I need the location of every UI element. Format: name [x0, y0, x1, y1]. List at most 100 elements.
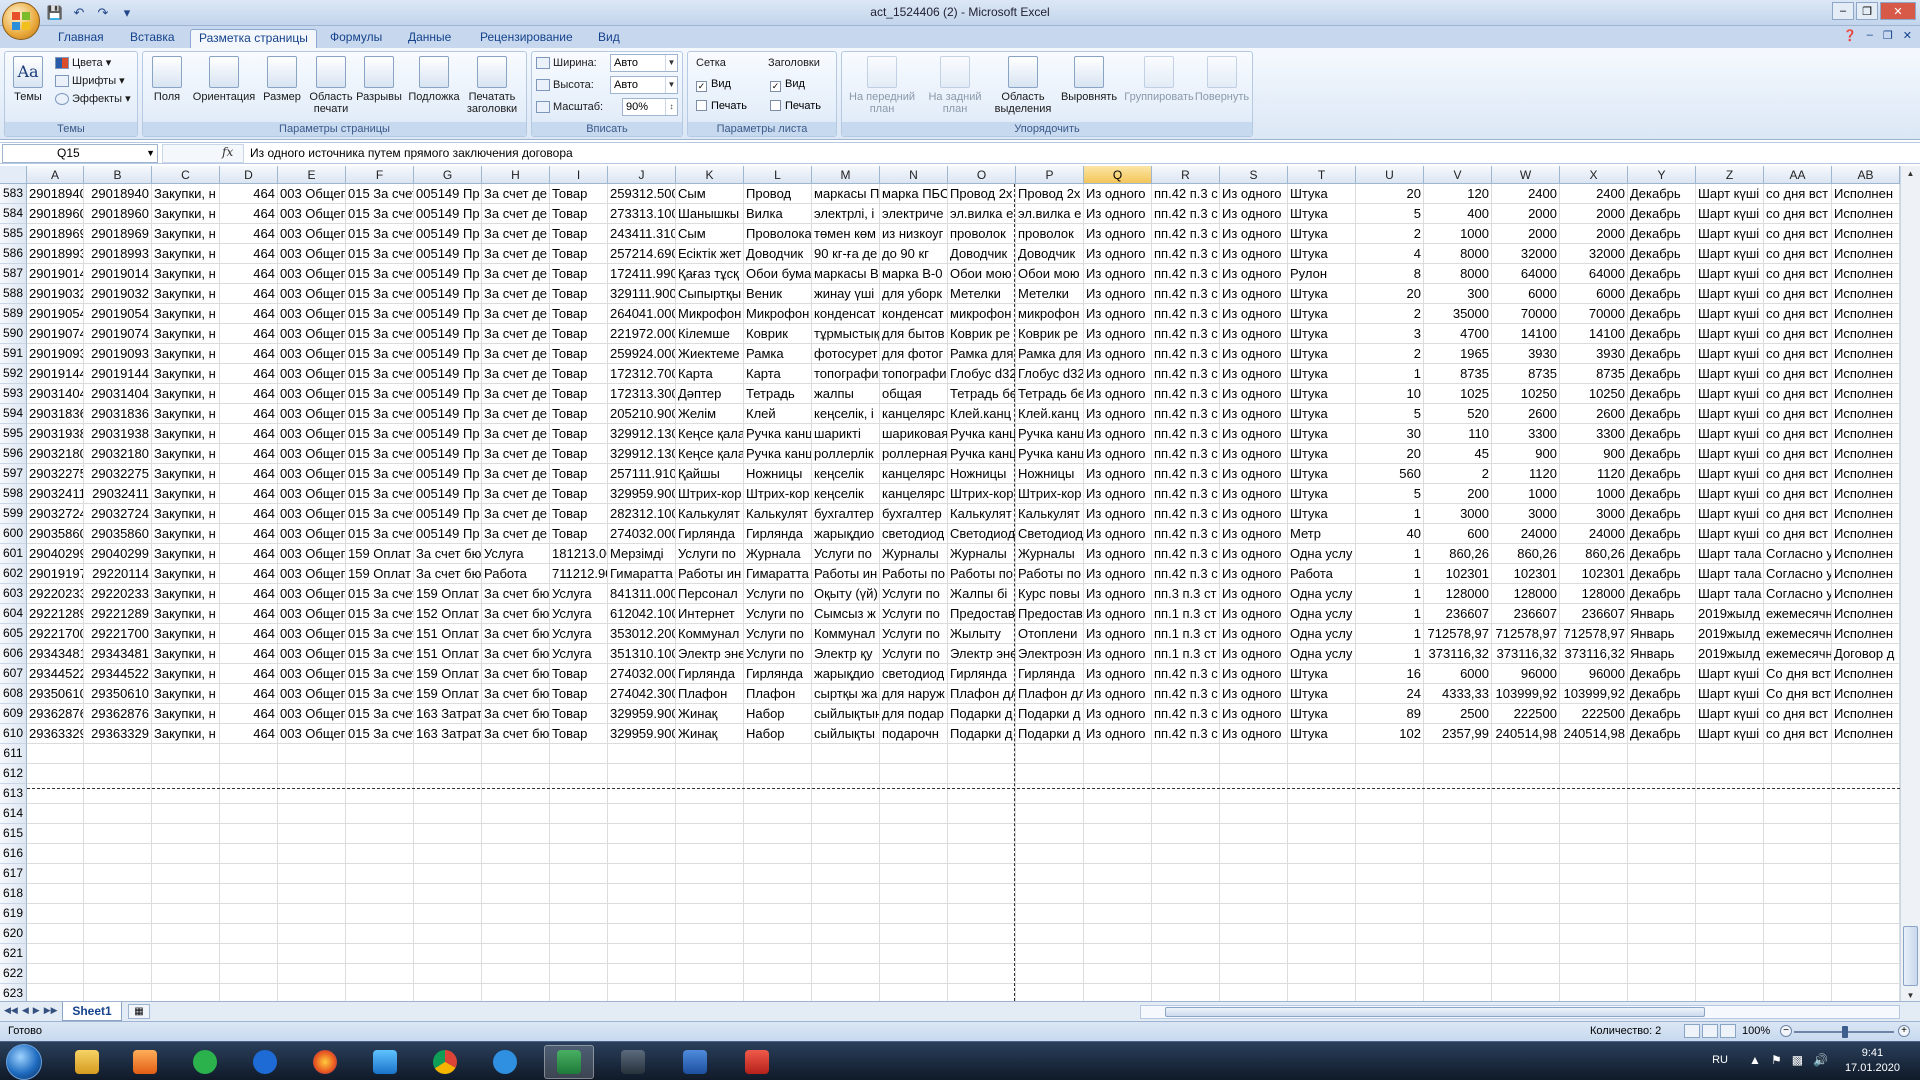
- row-header[interactable]: 619: [0, 904, 27, 924]
- row-header[interactable]: 623: [0, 984, 27, 1001]
- cell-j[interactable]: [608, 824, 676, 844]
- cell-k[interactable]: [676, 944, 744, 964]
- cell-f[interactable]: 015 За счет: [346, 504, 414, 524]
- cell-e[interactable]: 003 Общег: [278, 464, 346, 484]
- cell-l[interactable]: [744, 864, 812, 884]
- cell-y[interactable]: Декабрь: [1628, 444, 1696, 464]
- cell-o[interactable]: Штрих-кор: [948, 484, 1016, 504]
- cell-a[interactable]: 29019093: [27, 344, 84, 364]
- cell-c[interactable]: Закупки, н: [152, 284, 220, 304]
- cell-n[interactable]: Работы по: [880, 564, 948, 584]
- send-backward-button[interactable]: На задний план: [920, 56, 990, 115]
- cell-w[interactable]: [1492, 984, 1560, 1001]
- cell-z[interactable]: [1696, 924, 1764, 944]
- cell-x[interactable]: 3930: [1560, 344, 1628, 364]
- cell-m[interactable]: [812, 964, 880, 984]
- cell-v[interactable]: [1424, 884, 1492, 904]
- name-box[interactable]: Q15 ▼: [2, 144, 158, 163]
- cell-j[interactable]: [608, 924, 676, 944]
- cell-p[interactable]: [1016, 864, 1084, 884]
- cell-s[interactable]: [1220, 964, 1288, 984]
- column-header-y[interactable]: Y: [1628, 166, 1696, 184]
- cell-r[interactable]: пп.42 п.3 с: [1152, 344, 1220, 364]
- cell-c[interactable]: Закупки, н: [152, 584, 220, 604]
- cell-p[interactable]: [1016, 824, 1084, 844]
- cell-z[interactable]: Шарт күші: [1696, 264, 1764, 284]
- column-header-s[interactable]: S: [1220, 166, 1288, 184]
- cell-d[interactable]: [220, 984, 278, 1001]
- cell-p[interactable]: Доводчик: [1016, 244, 1084, 264]
- cell-c[interactable]: Закупки, н: [152, 724, 220, 744]
- cell-n[interactable]: [880, 984, 948, 1001]
- cell-h[interactable]: [482, 864, 550, 884]
- cell-w[interactable]: 70000: [1492, 304, 1560, 324]
- cell-v[interactable]: 110: [1424, 424, 1492, 444]
- cell-b[interactable]: [84, 944, 152, 964]
- cell-g[interactable]: 005149 Пр: [414, 364, 482, 384]
- cell-a[interactable]: 29031836: [27, 404, 84, 424]
- cell-n[interactable]: шариковая: [880, 424, 948, 444]
- cell-r[interactable]: пп.42 п.3 с: [1152, 224, 1220, 244]
- cell-d[interactable]: 464: [220, 564, 278, 584]
- cell-t[interactable]: Штука: [1288, 344, 1356, 364]
- cell-x[interactable]: 128000: [1560, 584, 1628, 604]
- cell-p[interactable]: Тетрадь бе: [1016, 384, 1084, 404]
- excel-taskbar-icon[interactable]: [544, 1045, 594, 1079]
- cell-x[interactable]: 70000: [1560, 304, 1628, 324]
- cell-i[interactable]: Товар: [550, 664, 608, 684]
- cell-j[interactable]: 259924.000: [608, 344, 676, 364]
- cell-b[interactable]: 29032275: [84, 464, 152, 484]
- cell-w[interactable]: 24000: [1492, 524, 1560, 544]
- cell-v[interactable]: 4700: [1424, 324, 1492, 344]
- page-break-view-icon[interactable]: [1720, 1024, 1736, 1038]
- cell-l[interactable]: Ножницы: [744, 464, 812, 484]
- row-header[interactable]: 594: [0, 404, 27, 424]
- cell-u[interactable]: 3: [1356, 324, 1424, 344]
- cell-ab[interactable]: Исполнен: [1832, 384, 1900, 404]
- row-header[interactable]: 603: [0, 584, 27, 604]
- row-header[interactable]: 591: [0, 344, 27, 364]
- cell-t[interactable]: Одна услу: [1288, 624, 1356, 644]
- cell-p[interactable]: Провод 2х: [1016, 184, 1084, 204]
- cell-ab[interactable]: [1832, 784, 1900, 804]
- cell-y[interactable]: Декабрь: [1628, 204, 1696, 224]
- row-header[interactable]: 583: [0, 184, 27, 204]
- cell-s[interactable]: Из одного: [1220, 504, 1288, 524]
- cell-aa[interactable]: [1764, 744, 1832, 764]
- cell-x[interactable]: 24000: [1560, 524, 1628, 544]
- cell-ab[interactable]: Исполнен: [1832, 244, 1900, 264]
- cell-v[interactable]: [1424, 864, 1492, 884]
- cell-w[interactable]: [1492, 924, 1560, 944]
- cell-g[interactable]: 005149 Пр: [414, 404, 482, 424]
- cell-o[interactable]: Коврик ре: [948, 324, 1016, 344]
- cell-l[interactable]: [744, 844, 812, 864]
- cell-h[interactable]: [482, 924, 550, 944]
- cell-j[interactable]: 329912.130: [608, 424, 676, 444]
- cell-b[interactable]: [84, 764, 152, 784]
- cell-a[interactable]: [27, 844, 84, 864]
- cell-v[interactable]: 600: [1424, 524, 1492, 544]
- themes-button[interactable]: Aa Темы: [5, 56, 51, 103]
- cell-t[interactable]: Штука: [1288, 304, 1356, 324]
- cell-v[interactable]: 1025: [1424, 384, 1492, 404]
- cell-e[interactable]: [278, 924, 346, 944]
- cell-m[interactable]: электрлі, і: [812, 204, 880, 224]
- cell-i[interactable]: Товар: [550, 464, 608, 484]
- cell-k[interactable]: Жиектеме: [676, 344, 744, 364]
- row-header[interactable]: 598: [0, 484, 27, 504]
- cell-r[interactable]: пп.42 п.3 с: [1152, 664, 1220, 684]
- cell-j[interactable]: [608, 764, 676, 784]
- cell-q[interactable]: Из одного: [1084, 644, 1152, 664]
- cell-g[interactable]: 005149 Пр: [414, 284, 482, 304]
- cell-e[interactable]: 003 Общег: [278, 304, 346, 324]
- cell-p[interactable]: проволок: [1016, 224, 1084, 244]
- close-button[interactable]: ✕: [1880, 2, 1916, 20]
- cell-u[interactable]: 40: [1356, 524, 1424, 544]
- row-header[interactable]: 622: [0, 964, 27, 984]
- cell-a[interactable]: [27, 784, 84, 804]
- cell-e[interactable]: 003 Общег: [278, 664, 346, 684]
- cell-l[interactable]: [744, 764, 812, 784]
- cell-l[interactable]: [744, 884, 812, 904]
- cell-s[interactable]: [1220, 904, 1288, 924]
- cell-c[interactable]: Закупки, н: [152, 564, 220, 584]
